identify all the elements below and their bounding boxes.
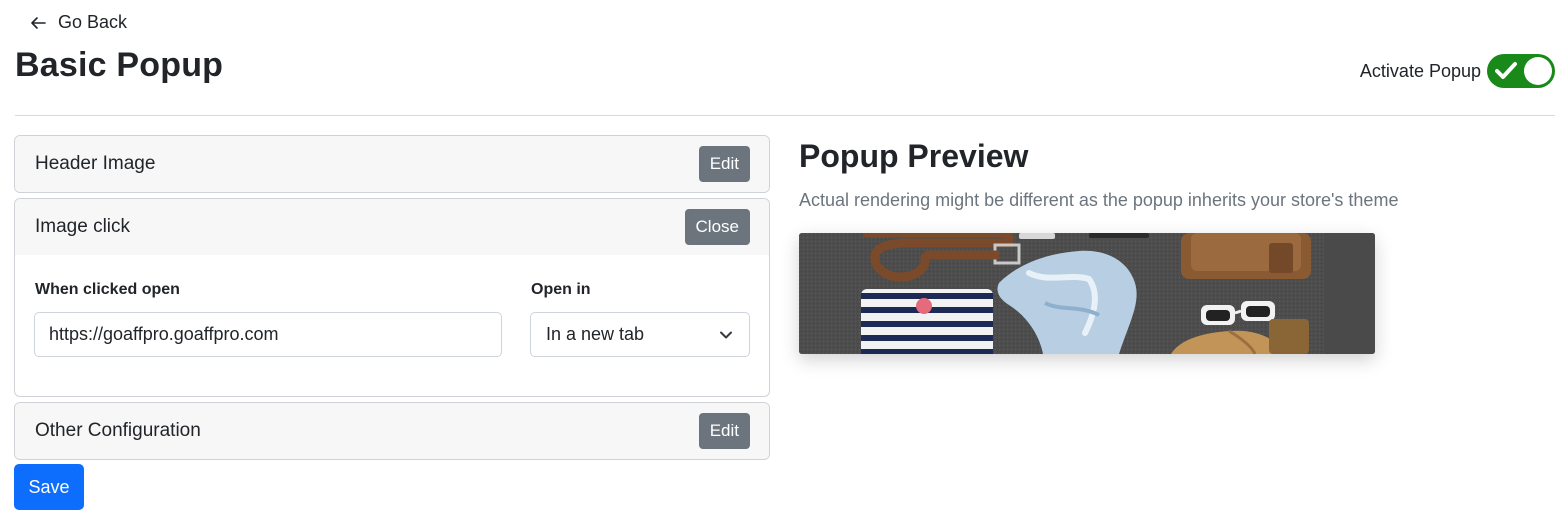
other-configuration-title: Other Configuration xyxy=(35,420,201,441)
image-click-card: Image click Close When clicked open Open… xyxy=(14,198,770,397)
other-configuration-card-header: Other Configuration Edit xyxy=(15,403,769,459)
other-configuration-card: Other Configuration Edit xyxy=(14,402,770,460)
activate-popup-label: Activate Popup xyxy=(1359,60,1481,81)
striped-shirt-shape xyxy=(861,289,993,354)
arrow-left-icon xyxy=(31,16,46,29)
image-click-card-header: Image click Close xyxy=(15,199,769,255)
go-back-link[interactable]: Go Back xyxy=(30,12,127,33)
popup-editor-page: Go Back Basic Popup Activate Popup Heade… xyxy=(0,0,1563,520)
other-configuration-edit-button[interactable]: Edit xyxy=(698,413,750,449)
popup-preview-image xyxy=(799,233,1375,354)
preview-title: Popup Preview xyxy=(799,138,1029,174)
url-input[interactable] xyxy=(34,312,502,357)
image-click-title: Image click xyxy=(35,216,131,237)
url-field-label: When clicked open xyxy=(35,281,180,298)
open-in-select[interactable]: In a new tab xyxy=(530,312,750,357)
toggle-knob xyxy=(1524,57,1552,85)
preview-subtitle: Actual rendering might be different as t… xyxy=(799,190,1399,210)
header-image-card: Header Image Edit xyxy=(14,135,770,193)
go-back-label: Go Back xyxy=(58,12,128,32)
activate-popup-control: Activate Popup xyxy=(1360,54,1555,88)
leather-bag-shape xyxy=(1181,233,1311,279)
open-in-value: In a new tab xyxy=(546,324,645,344)
header-image-edit-button[interactable]: Edit xyxy=(698,146,750,182)
save-button[interactable]: Save xyxy=(14,464,84,510)
activate-popup-toggle[interactable] xyxy=(1487,54,1555,88)
open-in-label: Open in xyxy=(531,281,591,298)
header-divider xyxy=(15,115,1555,116)
image-click-card-body: When clicked open Open in In a new tab xyxy=(15,255,769,396)
page-title: Basic Popup xyxy=(15,46,224,84)
check-icon xyxy=(1495,62,1517,79)
header-image-card-header: Header Image Edit xyxy=(15,136,769,192)
header-image-title: Header Image xyxy=(35,153,156,174)
chevron-down-icon xyxy=(720,331,732,338)
image-click-close-button[interactable]: Close xyxy=(684,209,750,245)
header-image-illustration xyxy=(799,233,1375,354)
